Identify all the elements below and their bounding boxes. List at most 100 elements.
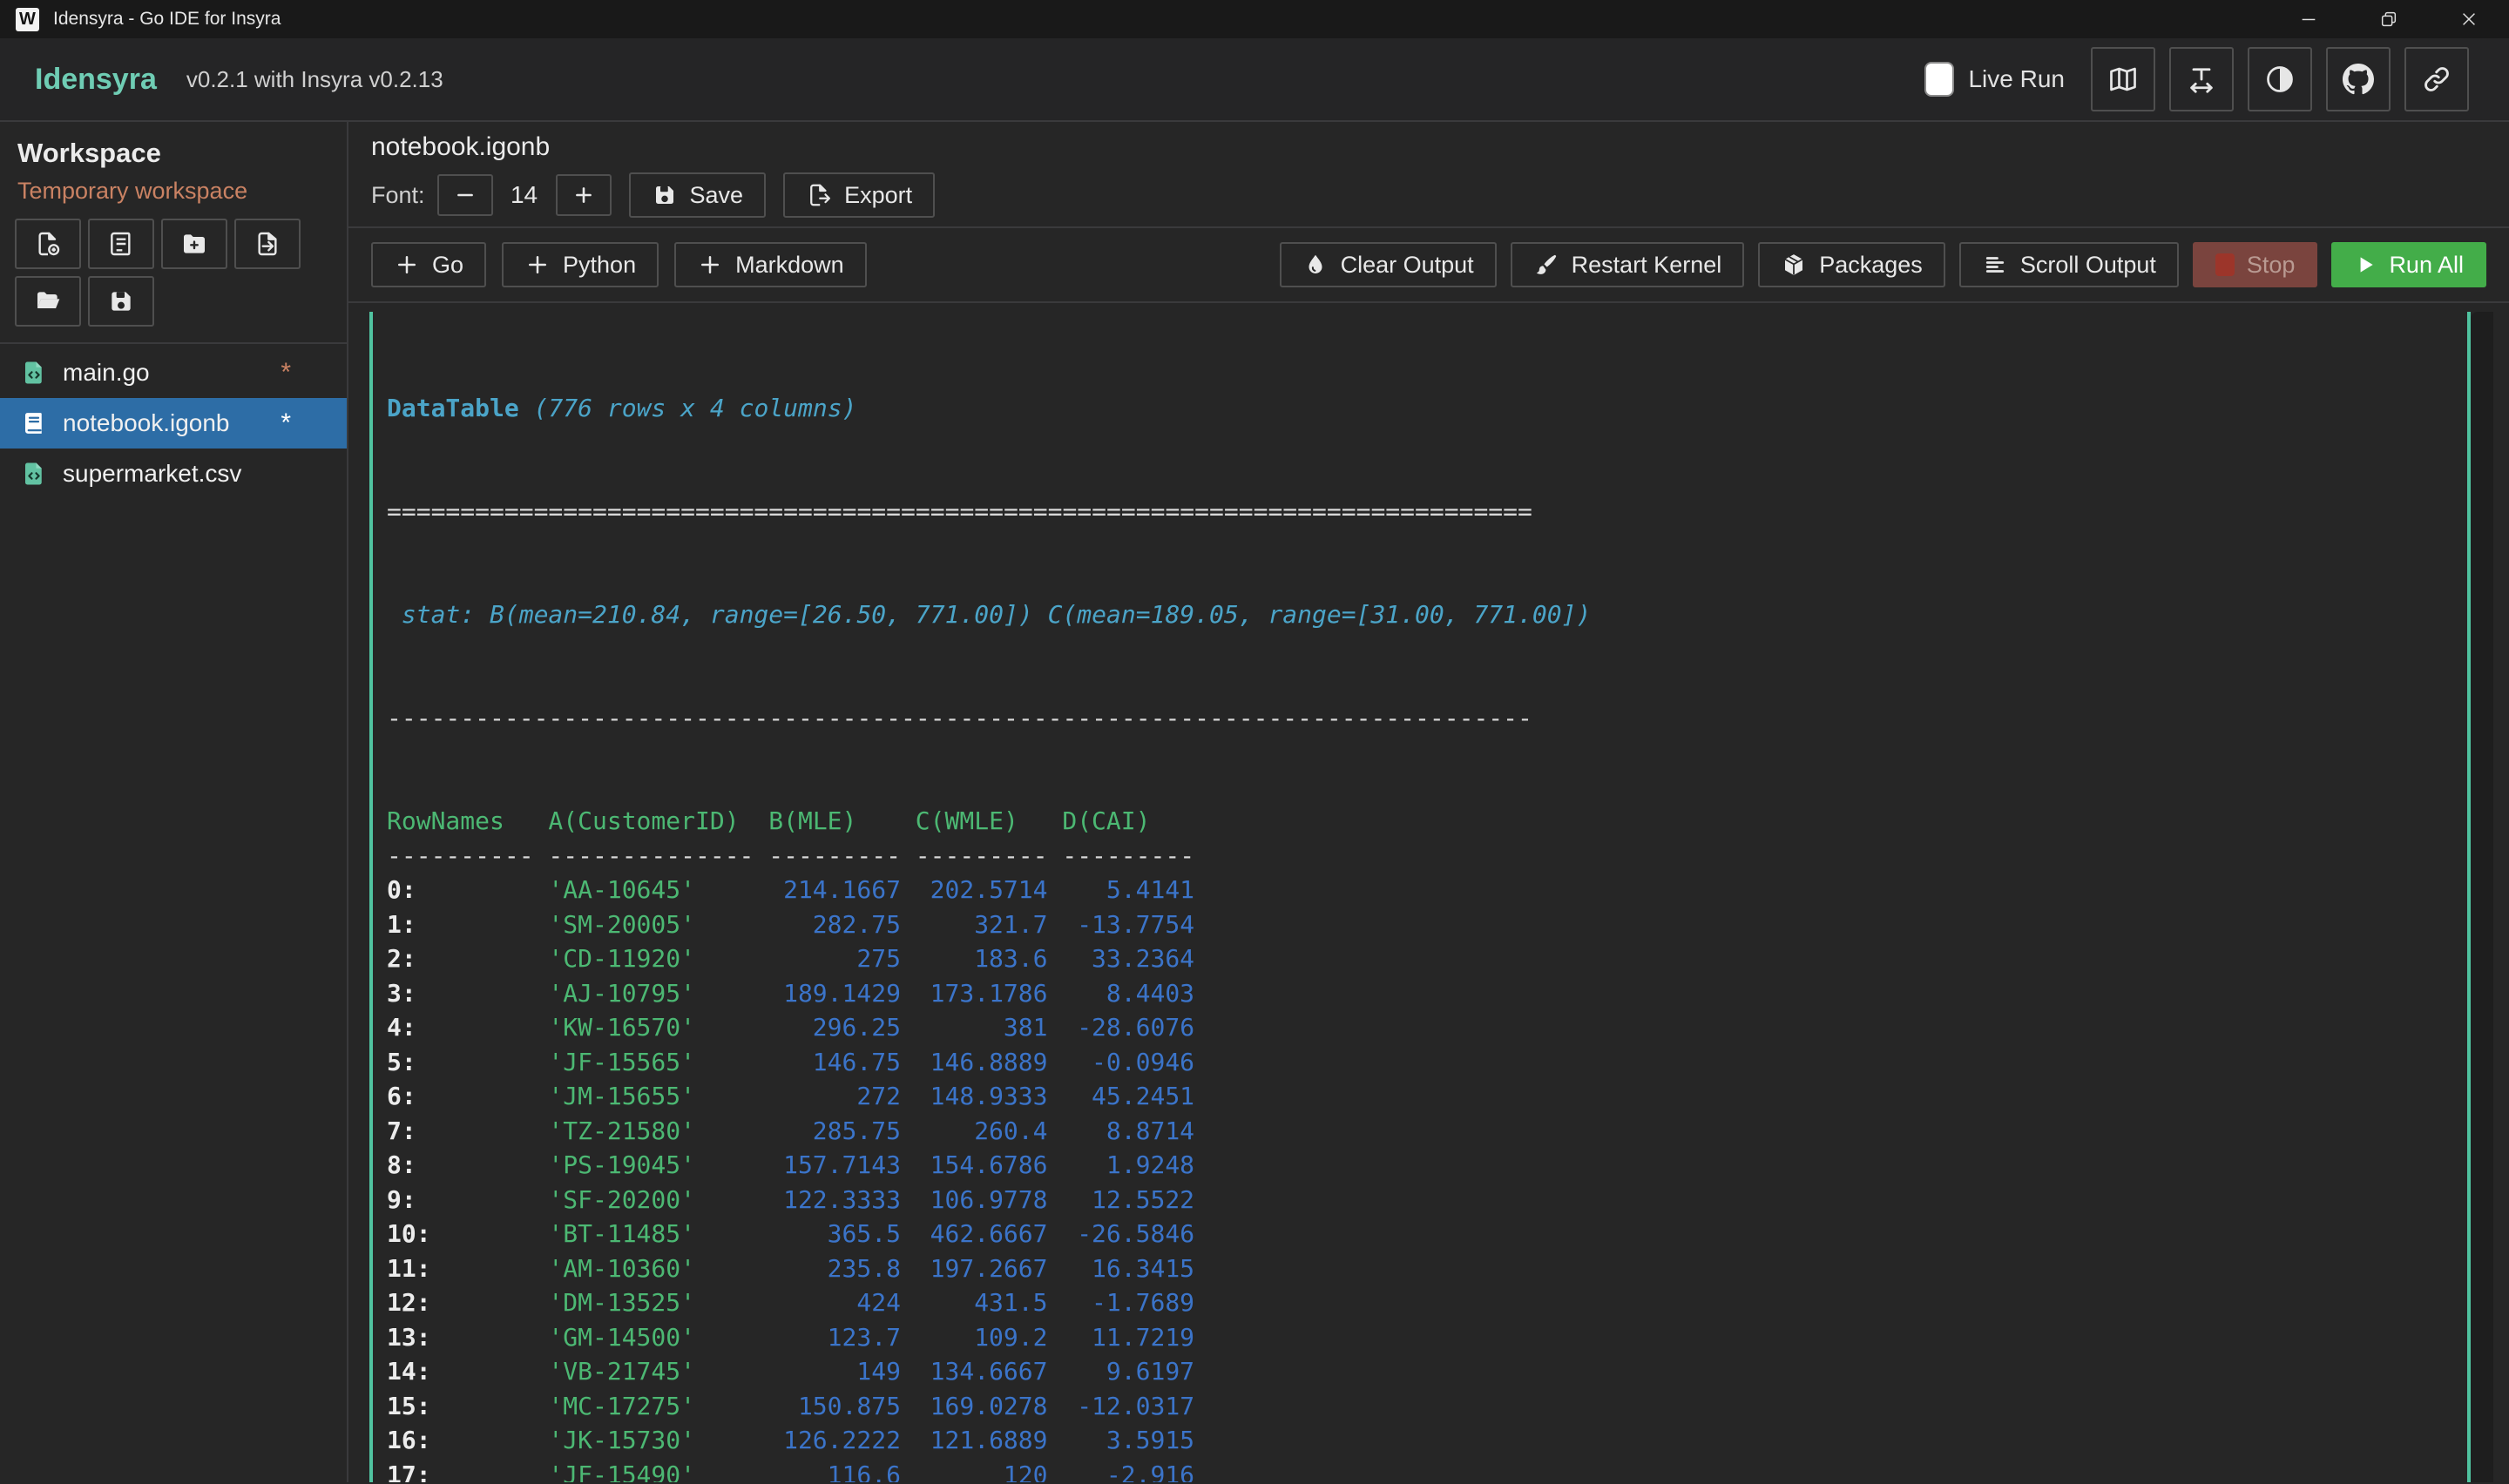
output-cell-text: 3: (387, 976, 534, 1011)
new-notebook-button[interactable] (88, 219, 154, 269)
output-cell-text: 17: (387, 1458, 534, 1483)
clear-output-button[interactable]: Clear Output (1280, 242, 1497, 287)
notebook-icon (107, 230, 135, 258)
stop-icon (2215, 253, 2235, 276)
output-cell-text: 10: (387, 1217, 534, 1251)
output-cell-text: 'JK-15730' (548, 1423, 754, 1458)
output-cell-text: 9: (387, 1183, 534, 1218)
new-folder-button[interactable] (161, 219, 227, 269)
text-width-icon (2186, 64, 2217, 95)
workspace-subtitle: Temporary workspace (17, 178, 347, 205)
output-cell-text: 'DM-13525' (548, 1285, 754, 1320)
plus-icon (394, 252, 420, 278)
datatable-label: DataTable (387, 394, 519, 422)
output-cell-text: -26.5846 (1062, 1217, 1194, 1251)
app-header: Idensyra v0.2.1 with Insyra v0.2.13 Live… (0, 38, 2509, 122)
workspace-title: Workspace (17, 138, 347, 169)
text-width-button[interactable] (2169, 47, 2234, 111)
output-cell-text: 150.875 (768, 1389, 901, 1424)
scroll-output-button[interactable]: Scroll Output (1959, 242, 2179, 287)
close-button[interactable] (2429, 0, 2509, 38)
notebook-toolbar: Go Python Markdown Clear Output (348, 228, 2509, 303)
file-item-main-go[interactable]: main.go * (0, 347, 347, 398)
run-all-button[interactable]: Run All (2331, 242, 2486, 287)
run-controls: Clear Output Restart Kernel Packages Scr… (1280, 242, 2486, 287)
output-cell-text: -13.7754 (1062, 907, 1194, 942)
new-file-icon (34, 230, 62, 258)
output-cell-text: 146.8889 (916, 1045, 1048, 1080)
github-button[interactable] (2326, 47, 2391, 111)
plus-icon (572, 184, 595, 206)
output-cell-text: 5.4141 (1062, 873, 1194, 907)
output-cell-text: 123.7 (768, 1320, 901, 1355)
export-icon (806, 182, 832, 208)
brush-icon (1533, 252, 1559, 278)
scrollbar-thumb[interactable] (2467, 312, 2471, 1482)
output-cell-text: 431.5 (916, 1285, 1048, 1320)
output-title-line: DataTable (776 rows x 4 columns) (387, 391, 2509, 426)
map-icon (2107, 64, 2139, 95)
minimize-icon (2299, 10, 2318, 29)
file-header: notebook.igonb Font: 14 Save Export (348, 122, 2509, 228)
table-row: 5:'JF-15565'146.75146.8889-0.0946 (387, 1045, 2509, 1080)
table-row: 9:'SF-20200'122.3333106.977812.5522 (387, 1183, 2509, 1218)
output-cell-text: 'SF-20200' (548, 1183, 754, 1218)
output-cell-text: --------- (916, 839, 1048, 874)
table-header-dashes-row: ----------------------------------------… (387, 839, 2509, 874)
new-file-button[interactable] (15, 219, 81, 269)
output-cell-text: 'PS-19045' (548, 1148, 754, 1183)
output-cell-text: 148.9333 (916, 1079, 1048, 1114)
live-run-checkbox[interactable] (1924, 62, 1954, 97)
scrollbar-track[interactable] (2471, 312, 2493, 1482)
github-icon (2343, 64, 2374, 95)
output-cell-text: 365.5 (768, 1217, 901, 1251)
stop-button[interactable]: Stop (2193, 242, 2318, 287)
export-label: Export (844, 182, 912, 209)
output-cell-text: A(CustomerID) (548, 804, 754, 839)
output-cell-text: -1.7689 (1062, 1285, 1194, 1320)
output-cell-text: 'AJ-10795' (548, 976, 754, 1011)
table-row: 13:'GM-14500'123.7109.211.7219 (387, 1320, 2509, 1355)
output-cell-text: 13: (387, 1320, 534, 1355)
output-cell-text: 'JM-15655' (548, 1079, 754, 1114)
file-item-supermarket-csv[interactable]: supermarket.csv (0, 449, 347, 499)
save-workspace-button[interactable] (88, 276, 154, 327)
packages-button[interactable]: Packages (1758, 242, 1945, 287)
output-cell: DataTable (776 rows x 4 columns) =======… (369, 312, 2509, 1482)
open-folder-button[interactable] (15, 276, 81, 327)
export-button[interactable]: Export (783, 172, 935, 218)
import-file-button[interactable] (234, 219, 301, 269)
output-cell-text: 1.9248 (1062, 1148, 1194, 1183)
minimize-button[interactable] (2269, 0, 2349, 38)
add-markdown-cell-button[interactable]: Markdown (674, 242, 867, 287)
minus-icon (454, 184, 477, 206)
add-python-cell-button[interactable]: Python (502, 242, 659, 287)
output-cell-text: 116.6 (768, 1458, 901, 1483)
restart-kernel-button[interactable]: Restart Kernel (1511, 242, 1745, 287)
sidebar-divider (0, 342, 347, 344)
save-button[interactable]: Save (629, 172, 767, 218)
output-cell-text: -28.6076 (1062, 1010, 1194, 1045)
file-item-notebook-igonb[interactable]: notebook.igonb * (0, 398, 347, 449)
output-cell-text: 321.7 (916, 907, 1048, 942)
theme-contrast-button[interactable] (2248, 47, 2312, 111)
output-cell-text: 'JF-15565' (548, 1045, 754, 1080)
packages-label: Packages (1819, 252, 1923, 279)
output-cell-text: 45.2451 (1062, 1079, 1194, 1114)
output-cell-text: 7: (387, 1114, 534, 1149)
output-cell-text: 126.2222 (768, 1423, 901, 1458)
link-button[interactable] (2404, 47, 2469, 111)
font-increase-button[interactable] (556, 174, 612, 216)
open-file-title: notebook.igonb (371, 132, 2509, 162)
output-cell-text: 11.7219 (1062, 1320, 1194, 1355)
font-decrease-button[interactable] (437, 174, 493, 216)
restore-button[interactable] (2349, 0, 2429, 38)
output-cell-text: 282.75 (768, 907, 901, 942)
table-row: 0:'AA-10645'214.1667202.57145.4141 (387, 873, 2509, 907)
table-row: 10:'BT-11485'365.5462.6667-26.5846 (387, 1217, 2509, 1251)
output-cell-text: 14: (387, 1354, 534, 1389)
table-header-row: RowNamesA(CustomerID)B(MLE)C(WMLE)D(CAI) (387, 804, 2509, 839)
output-cell-text: 'AA-10645' (548, 873, 754, 907)
map-button[interactable] (2091, 47, 2155, 111)
add-go-cell-button[interactable]: Go (371, 242, 486, 287)
